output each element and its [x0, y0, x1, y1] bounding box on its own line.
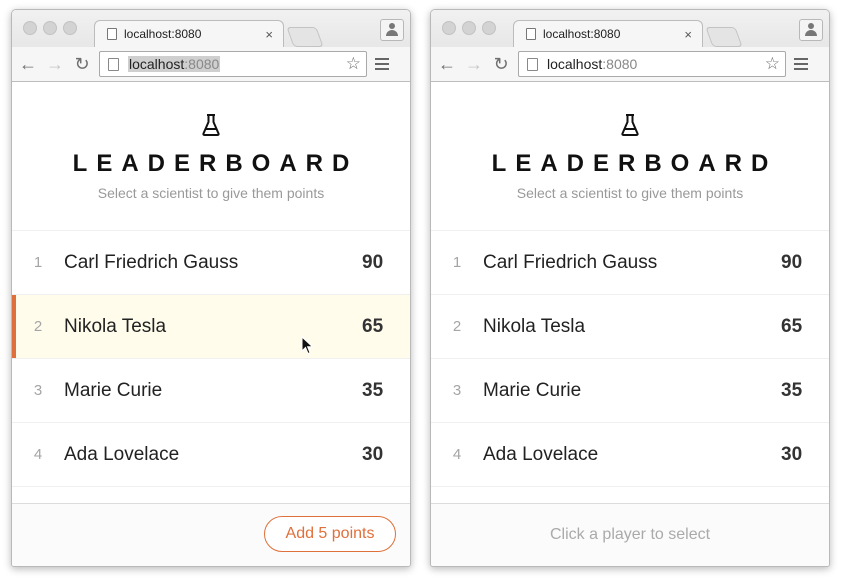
url-text[interactable]: localhost:8080 — [547, 56, 637, 72]
profile-icon[interactable] — [799, 19, 823, 41]
address-bar[interactable]: localhost:8080 ☆ — [518, 51, 786, 77]
player-score: 30 — [781, 443, 803, 465]
page-subtitle: Select a scientist to give them points — [516, 185, 744, 201]
bookmark-star-icon[interactable]: ☆ — [346, 54, 361, 74]
browser-chrome: localhost:8080 × ← → ↻ localhost:8080 ☆ — [12, 10, 410, 82]
flask-icon — [621, 114, 639, 136]
select-player-hint: Click a player to select — [549, 526, 711, 543]
tab-title: localhost:8080 — [124, 27, 202, 41]
address-bar[interactable]: localhost:8080 ☆ — [99, 51, 367, 77]
player-score: 65 — [781, 315, 803, 337]
page-icon — [526, 28, 536, 40]
mouse-cursor-icon — [301, 336, 314, 355]
player-name: Marie Curie — [483, 379, 582, 401]
player-row[interactable]: 1 Carl Friedrich Gauss 90 — [12, 231, 410, 295]
page-icon — [107, 28, 117, 40]
player-row[interactable]: 2 Nikola Tesla 65 — [431, 295, 829, 359]
tab-title: localhost:8080 — [543, 27, 621, 41]
player-rank: 4 — [33, 446, 43, 463]
player-score: 90 — [362, 251, 384, 273]
leaderboard-footer: Add 5 points — [12, 503, 410, 566]
player-score: 90 — [781, 251, 803, 273]
player-rank: 1 — [33, 254, 43, 271]
window-controls — [23, 21, 77, 35]
player-name: Nikola Tesla — [483, 315, 586, 337]
page-title: LEADERBOARD — [491, 150, 778, 177]
url-host: localhost — [547, 56, 603, 72]
player-score: 35 — [362, 379, 384, 401]
player-rank: 1 — [452, 254, 462, 271]
url-text[interactable]: localhost:8080 — [128, 56, 221, 72]
menu-icon[interactable] — [794, 55, 808, 73]
new-tab-button[interactable] — [705, 27, 743, 47]
browser-tab[interactable]: localhost:8080 × — [513, 20, 703, 47]
leaderboard-header: LEADERBOARD Select a scientist to give t… — [431, 82, 829, 231]
browser-chrome: localhost:8080 × ← → ↻ localhost:8080 ☆ — [431, 10, 829, 82]
new-tab-button[interactable] — [286, 27, 324, 47]
tab-close-icon[interactable]: × — [684, 27, 692, 42]
forward-arrow-icon[interactable]: → — [44, 54, 66, 75]
player-score: 65 — [362, 315, 384, 337]
minimize-window-button[interactable] — [43, 21, 57, 35]
leaderboard-footer: Click a player to select — [431, 503, 829, 566]
window-controls — [442, 21, 496, 35]
reload-icon[interactable]: ↻ — [490, 54, 512, 75]
browser-window-right: localhost:8080 × ← → ↻ localhost:8080 ☆ … — [430, 9, 830, 567]
reload-icon[interactable]: ↻ — [71, 54, 93, 75]
player-name: Ada Lovelace — [483, 443, 599, 465]
leaderboard-app: LEADERBOARD Select a scientist to give t… — [431, 82, 829, 566]
back-arrow-icon[interactable]: ← — [436, 54, 458, 75]
flask-icon — [202, 114, 220, 136]
browser-toolbar: ← → ↻ localhost:8080 ☆ — [431, 47, 829, 81]
page-title: LEADERBOARD — [72, 150, 359, 177]
page-icon — [108, 57, 119, 71]
browser-tab[interactable]: localhost:8080 × — [94, 20, 284, 47]
browser-toolbar: ← → ↻ localhost:8080 ☆ — [12, 47, 410, 81]
player-score: 35 — [781, 379, 803, 401]
player-score: 30 — [362, 443, 384, 465]
browser-window-left: localhost:8080 × ← → ↻ localhost:8080 ☆ … — [11, 9, 411, 567]
leaderboard-header: LEADERBOARD Select a scientist to give t… — [12, 82, 410, 231]
player-row[interactable]: 1 Carl Friedrich Gauss 90 — [431, 231, 829, 295]
page-subtitle: Select a scientist to give them points — [97, 185, 325, 201]
player-name: Marie Curie — [64, 379, 163, 401]
leaderboard-app: LEADERBOARD Select a scientist to give t… — [12, 82, 410, 566]
player-name: Nikola Tesla — [64, 315, 167, 337]
player-name: Ada Lovelace — [64, 443, 180, 465]
player-row[interactable]: 3 Marie Curie 35 — [12, 359, 410, 423]
page-icon — [527, 57, 538, 71]
url-port: :8080 — [602, 56, 638, 72]
player-row[interactable]: 4 Ada Lovelace 30 — [431, 423, 829, 487]
bookmark-star-icon[interactable]: ☆ — [765, 54, 780, 74]
back-arrow-icon[interactable]: ← — [17, 54, 39, 75]
url-host: localhost — [129, 56, 185, 72]
profile-icon[interactable] — [380, 19, 404, 41]
close-window-button[interactable] — [23, 21, 37, 35]
maximize-window-button[interactable] — [63, 21, 77, 35]
player-row-selected[interactable]: 2 Nikola Tesla 65 — [12, 295, 410, 359]
player-rank: 2 — [452, 318, 462, 335]
maximize-window-button[interactable] — [482, 21, 496, 35]
forward-arrow-icon[interactable]: → — [463, 54, 485, 75]
player-rank: 3 — [33, 382, 43, 399]
url-port: :8080 — [184, 56, 220, 72]
add-points-button[interactable]: Add 5 points — [264, 516, 396, 552]
player-rank: 2 — [33, 318, 43, 335]
player-name: Carl Friedrich Gauss — [483, 251, 658, 273]
player-rank: 4 — [452, 446, 462, 463]
player-name: Carl Friedrich Gauss — [64, 251, 239, 273]
close-window-button[interactable] — [442, 21, 456, 35]
minimize-window-button[interactable] — [462, 21, 476, 35]
menu-icon[interactable] — [375, 55, 389, 73]
player-row[interactable]: 4 Ada Lovelace 30 — [12, 423, 410, 487]
player-row[interactable]: 3 Marie Curie 35 — [431, 359, 829, 423]
tab-close-icon[interactable]: × — [265, 27, 273, 42]
player-rank: 3 — [452, 382, 462, 399]
